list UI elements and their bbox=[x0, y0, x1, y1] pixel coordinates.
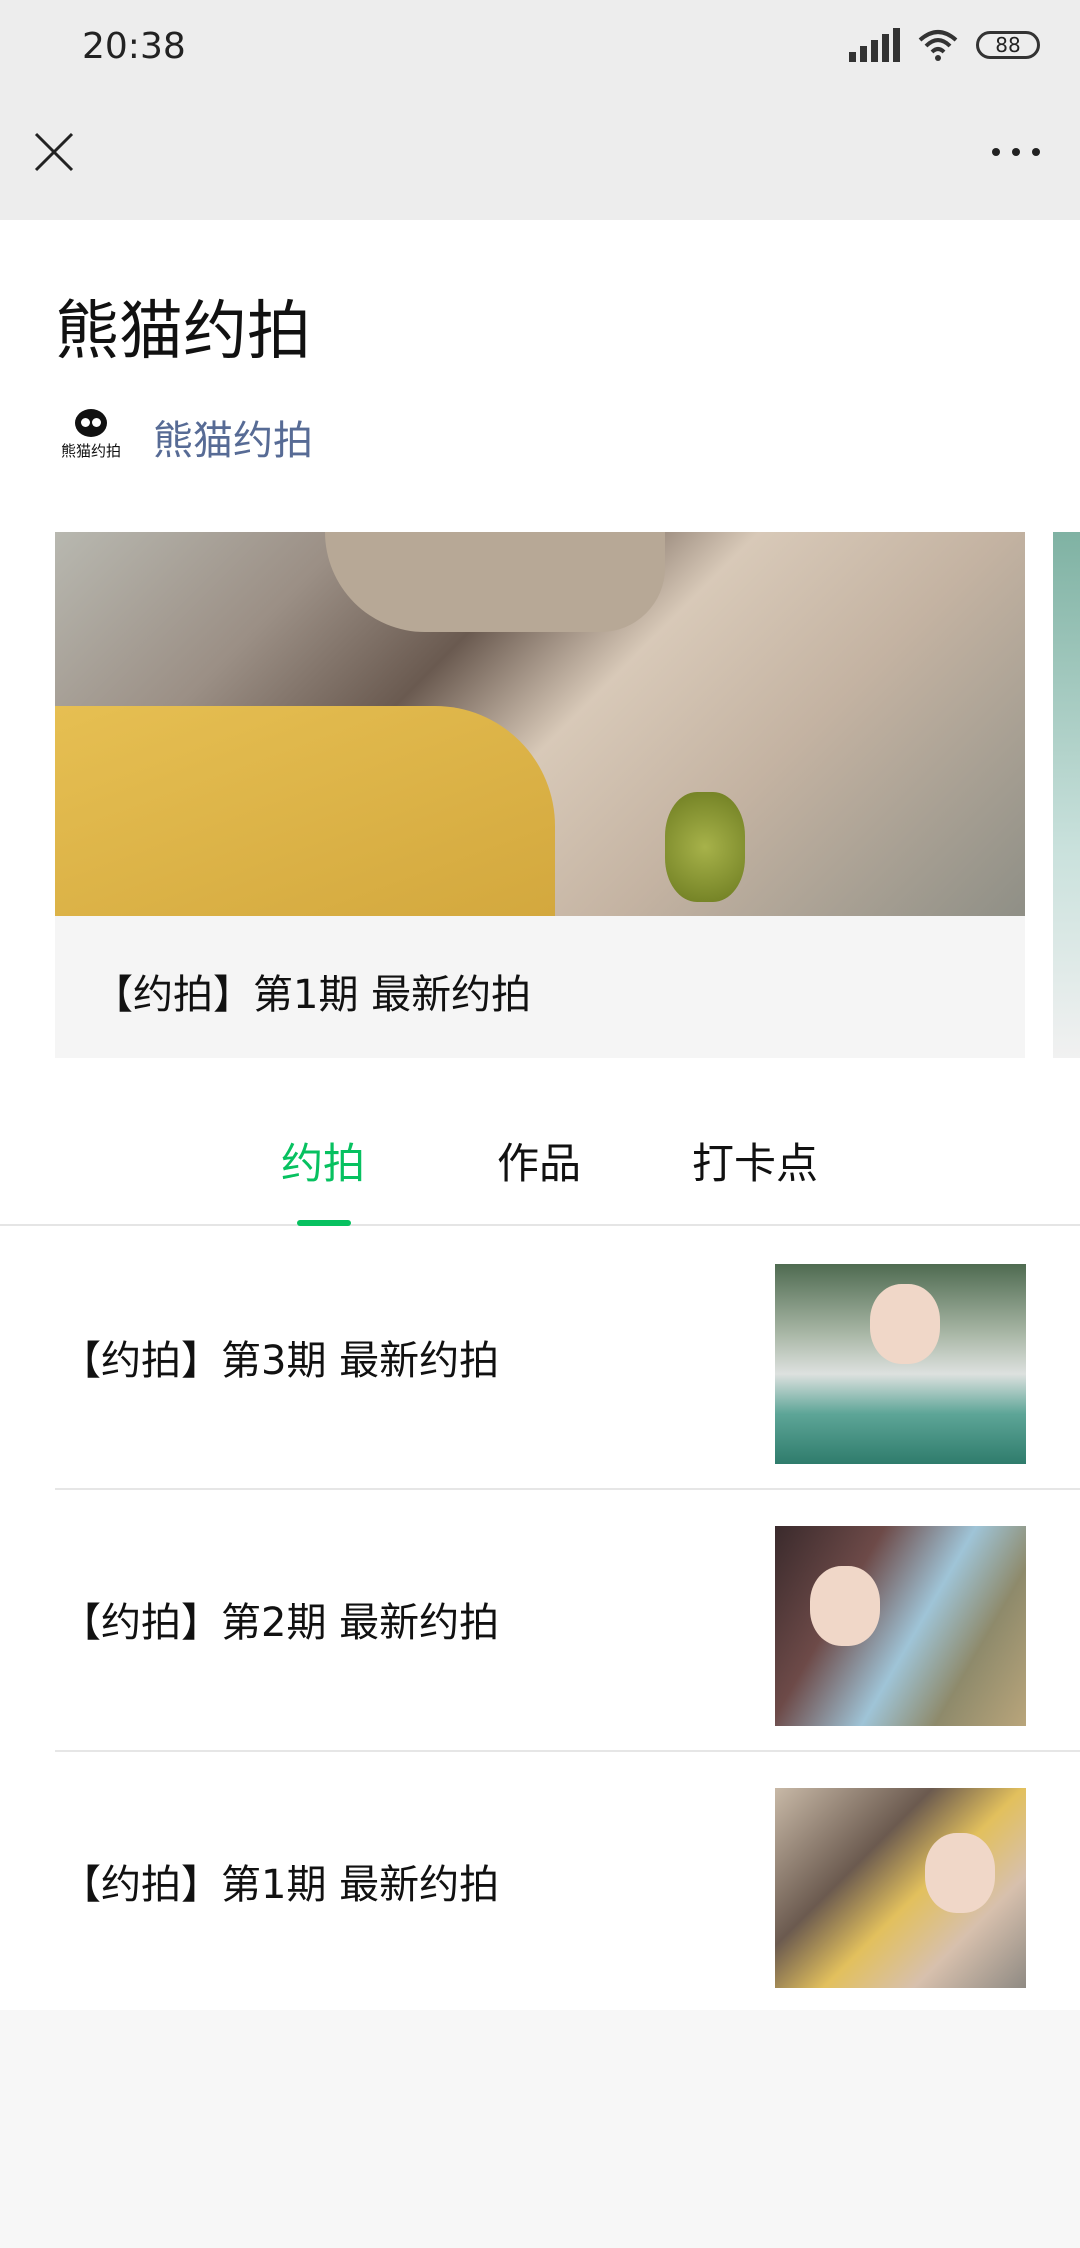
list-item-thumbnail bbox=[775, 1526, 1026, 1726]
list-item-title: 【约拍】第1期 最新约拍 bbox=[61, 1862, 500, 1908]
account-name-link[interactable]: 熊猫约拍 bbox=[153, 408, 313, 466]
account-row[interactable]: 熊猫约拍 熊猫约拍 bbox=[55, 408, 313, 466]
list-item[interactable]: 【约拍】第3期 最新约拍 bbox=[55, 1228, 1080, 1490]
panda-icon bbox=[75, 409, 107, 437]
article-content: 熊猫约拍 熊猫约拍 熊猫约拍 【约拍】第1期 最新约拍 约拍 作品 打卡点 【约… bbox=[0, 220, 1080, 2010]
list-item-title: 【约拍】第3期 最新约拍 bbox=[61, 1338, 500, 1384]
tab-bar: 约拍 作品 打卡点 bbox=[0, 1100, 1080, 1226]
tab-yuepai[interactable]: 约拍 bbox=[281, 1130, 365, 1191]
account-avatar[interactable]: 熊猫约拍 bbox=[55, 409, 127, 465]
tab-checkin-spots[interactable]: 打卡点 bbox=[692, 1130, 818, 1191]
status-bar: 20:38 88 bbox=[0, 0, 1080, 100]
list-item-title: 【约拍】第2期 最新约拍 bbox=[61, 1600, 500, 1646]
tab-active-indicator bbox=[297, 1220, 351, 1226]
more-icon[interactable] bbox=[992, 148, 1040, 156]
nav-bar bbox=[0, 100, 1080, 220]
list-item-thumbnail bbox=[775, 1264, 1026, 1464]
tab-works[interactable]: 作品 bbox=[497, 1130, 581, 1191]
list-item-thumbnail bbox=[775, 1788, 1026, 1988]
status-icons: 88 bbox=[849, 28, 1040, 62]
signal-icon bbox=[849, 28, 900, 62]
wifi-icon bbox=[918, 30, 958, 61]
close-icon[interactable] bbox=[32, 130, 76, 174]
carousel-image bbox=[55, 532, 1025, 916]
status-time: 20:38 bbox=[82, 26, 186, 67]
carousel-card[interactable]: 【约拍】第1期 最新约拍 bbox=[55, 532, 1025, 1058]
list-item[interactable]: 【约拍】第1期 最新约拍 bbox=[55, 1752, 1080, 2014]
battery-icon: 88 bbox=[976, 31, 1040, 59]
carousel-caption: 【约拍】第1期 最新约拍 bbox=[93, 972, 532, 1018]
list-item[interactable]: 【约拍】第2期 最新约拍 bbox=[55, 1490, 1080, 1752]
logo-text: 熊猫约拍 bbox=[60, 442, 121, 460]
page-title: 熊猫约拍 bbox=[55, 295, 311, 369]
carousel-next-card[interactable] bbox=[1053, 532, 1080, 1058]
